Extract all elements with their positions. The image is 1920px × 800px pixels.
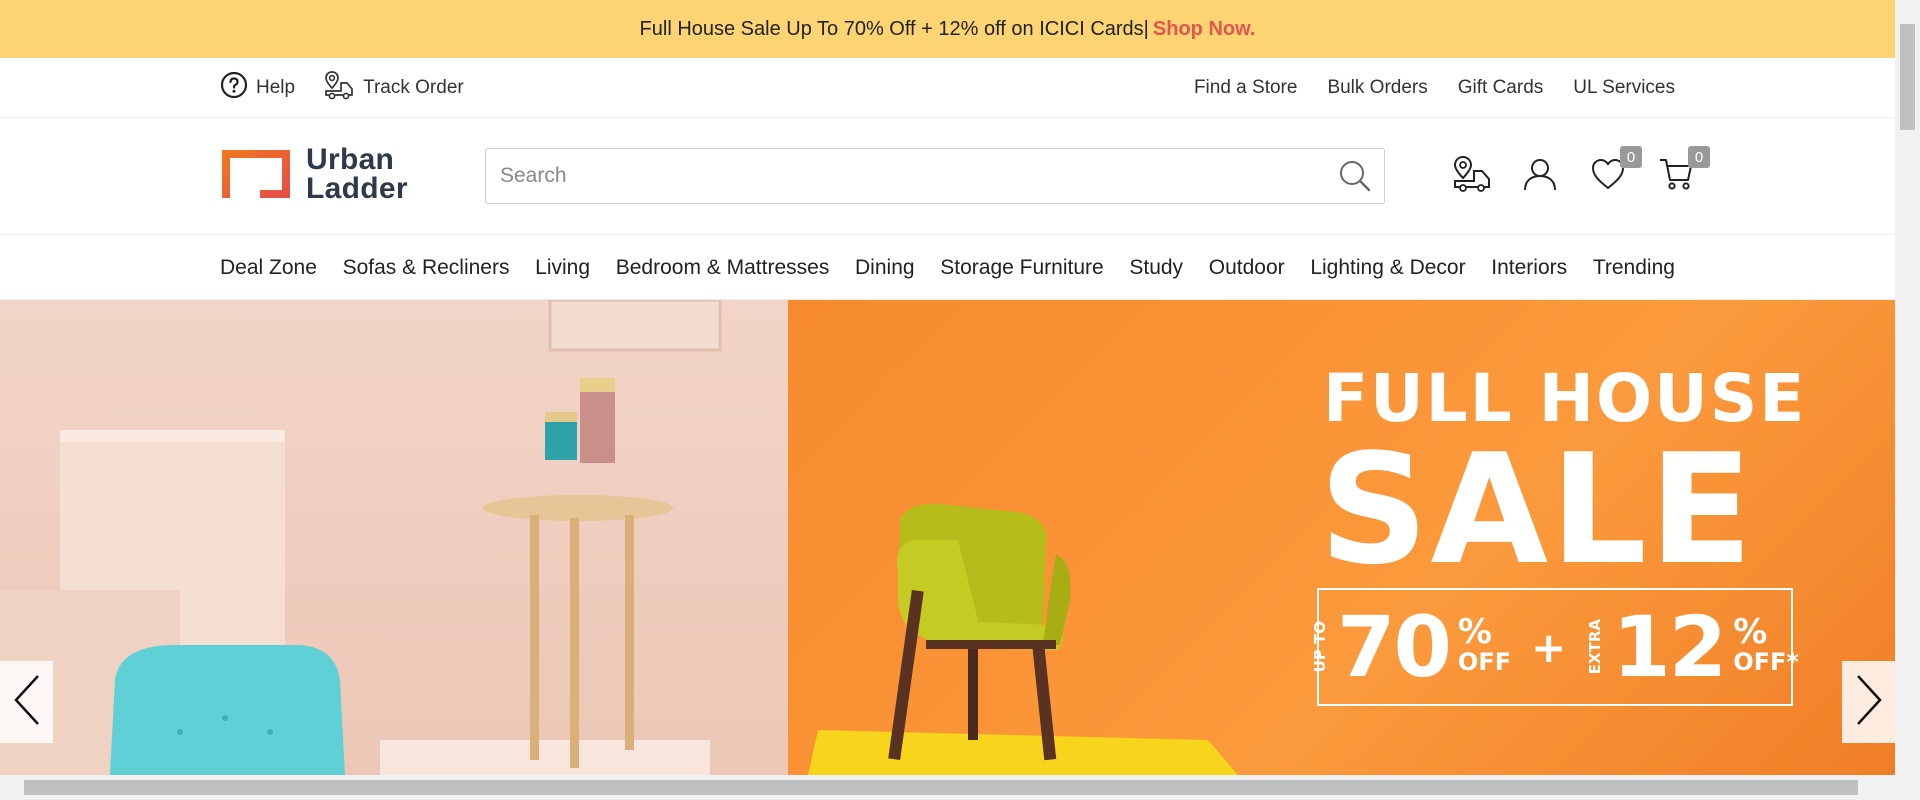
search-input[interactable]	[486, 164, 1326, 188]
nav-item-sofas-recliners[interactable]: Sofas & Recliners	[343, 256, 510, 280]
user-icon	[1522, 156, 1558, 197]
chevron-right-icon	[1854, 674, 1884, 731]
nav-item-interiors[interactable]: Interiors	[1491, 256, 1567, 280]
delivery-truck-icon	[323, 69, 355, 107]
cart-button[interactable]: 0	[1656, 146, 1710, 196]
offer-2-prefix: EXTRA	[1586, 619, 1605, 675]
offer-box: UP TO 70 % OFF + EXTRA 12 % OFF*	[1311, 588, 1799, 706]
nav-item-deal-zone[interactable]: Deal Zone	[220, 256, 317, 280]
help-label: Help	[256, 77, 296, 98]
nav-item-dining[interactable]: Dining	[855, 256, 915, 280]
find-a-store-link[interactable]: Find a Store	[1194, 77, 1298, 99]
hero-left-scene	[0, 300, 788, 775]
nav-item-outdoor[interactable]: Outdoor	[1209, 256, 1285, 280]
store-locator-button[interactable]	[1452, 154, 1492, 199]
horizontal-scrollbar[interactable]	[0, 775, 1895, 800]
sale-headline: FULL HOUSE SALE	[1319, 360, 1806, 586]
horizontal-scrollbar-thumb[interactable]	[24, 780, 1858, 795]
delivery-location-icon	[1452, 154, 1492, 199]
vertical-scrollbar-thumb[interactable]	[1900, 24, 1915, 130]
ul-services-link[interactable]: UL Services	[1573, 77, 1675, 99]
cart-count-badge: 0	[1688, 146, 1710, 168]
shop-now-link[interactable]: Shop Now.	[1153, 18, 1256, 41]
hero-banner[interactable]: FULL HOUSE SALE UP TO 70 % OFF + EXTRA 1…	[0, 300, 1895, 775]
sale-line-2: SALE	[1319, 421, 1755, 598]
help-link[interactable]: Help	[220, 71, 295, 105]
nav-item-living[interactable]: Living	[535, 256, 590, 280]
promo-text: Full House Sale Up To 70% Off + 12% off …	[639, 17, 1149, 40]
interior-illustration	[0, 300, 722, 775]
nav-item-study[interactable]: Study	[1129, 256, 1183, 280]
offer-1-suffix: % OFF	[1457, 612, 1512, 677]
main-header: Urban Ladder 0	[0, 118, 1895, 235]
category-nav: Deal Zone Sofas & Recliners Living Bedro…	[0, 235, 1895, 300]
search-icon[interactable]	[1338, 159, 1372, 198]
offer-1-value: 70	[1337, 598, 1452, 696]
promo-bar: Full House Sale Up To 70% Off + 12% off …	[0, 0, 1895, 58]
logo-mark-icon	[220, 148, 292, 200]
logo-line-1: Urban	[306, 143, 395, 176]
nav-item-bedroom-mattresses[interactable]: Bedroom & Mattresses	[616, 256, 830, 280]
bulk-orders-link[interactable]: Bulk Orders	[1327, 77, 1427, 99]
offer-1-percent: %	[1457, 612, 1492, 652]
track-order-label: Track Order	[363, 77, 464, 98]
search-box	[485, 148, 1385, 204]
carousel-next-button[interactable]	[1842, 661, 1895, 743]
offer-2-off: OFF*	[1733, 648, 1799, 676]
offer-1-prefix: UP TO	[1311, 621, 1330, 673]
help-icon	[220, 71, 248, 105]
track-order-link[interactable]: Track Order	[323, 69, 464, 107]
nav-item-lighting-decor[interactable]: Lighting & Decor	[1310, 256, 1465, 280]
nav-item-storage-furniture[interactable]: Storage Furniture	[940, 256, 1103, 280]
nav-item-trending[interactable]: Trending	[1593, 256, 1675, 280]
offer-2-suffix: % OFF*	[1733, 612, 1799, 677]
utility-bar: Help Track Order Find a Store Bulk Order…	[0, 58, 1895, 118]
wishlist-count-badge: 0	[1620, 146, 1642, 168]
account-button[interactable]	[1520, 156, 1560, 196]
carousel-prev-button[interactable]	[0, 661, 53, 743]
offer-1-off: OFF	[1457, 648, 1512, 676]
wishlist-button[interactable]: 0	[1588, 146, 1642, 196]
offer-2-percent: %	[1733, 612, 1768, 652]
offer-plus: +	[1531, 622, 1567, 672]
logo-text: Urban Ladder	[306, 143, 408, 205]
logo-line-2: Ladder	[306, 172, 408, 205]
chevron-left-icon	[12, 674, 42, 731]
urban-ladder-logo[interactable]: Urban Ladder	[220, 143, 408, 205]
vertical-scrollbar[interactable]	[1895, 0, 1920, 800]
offer-2-value: 12	[1612, 598, 1727, 696]
gift-cards-link[interactable]: Gift Cards	[1458, 77, 1544, 99]
